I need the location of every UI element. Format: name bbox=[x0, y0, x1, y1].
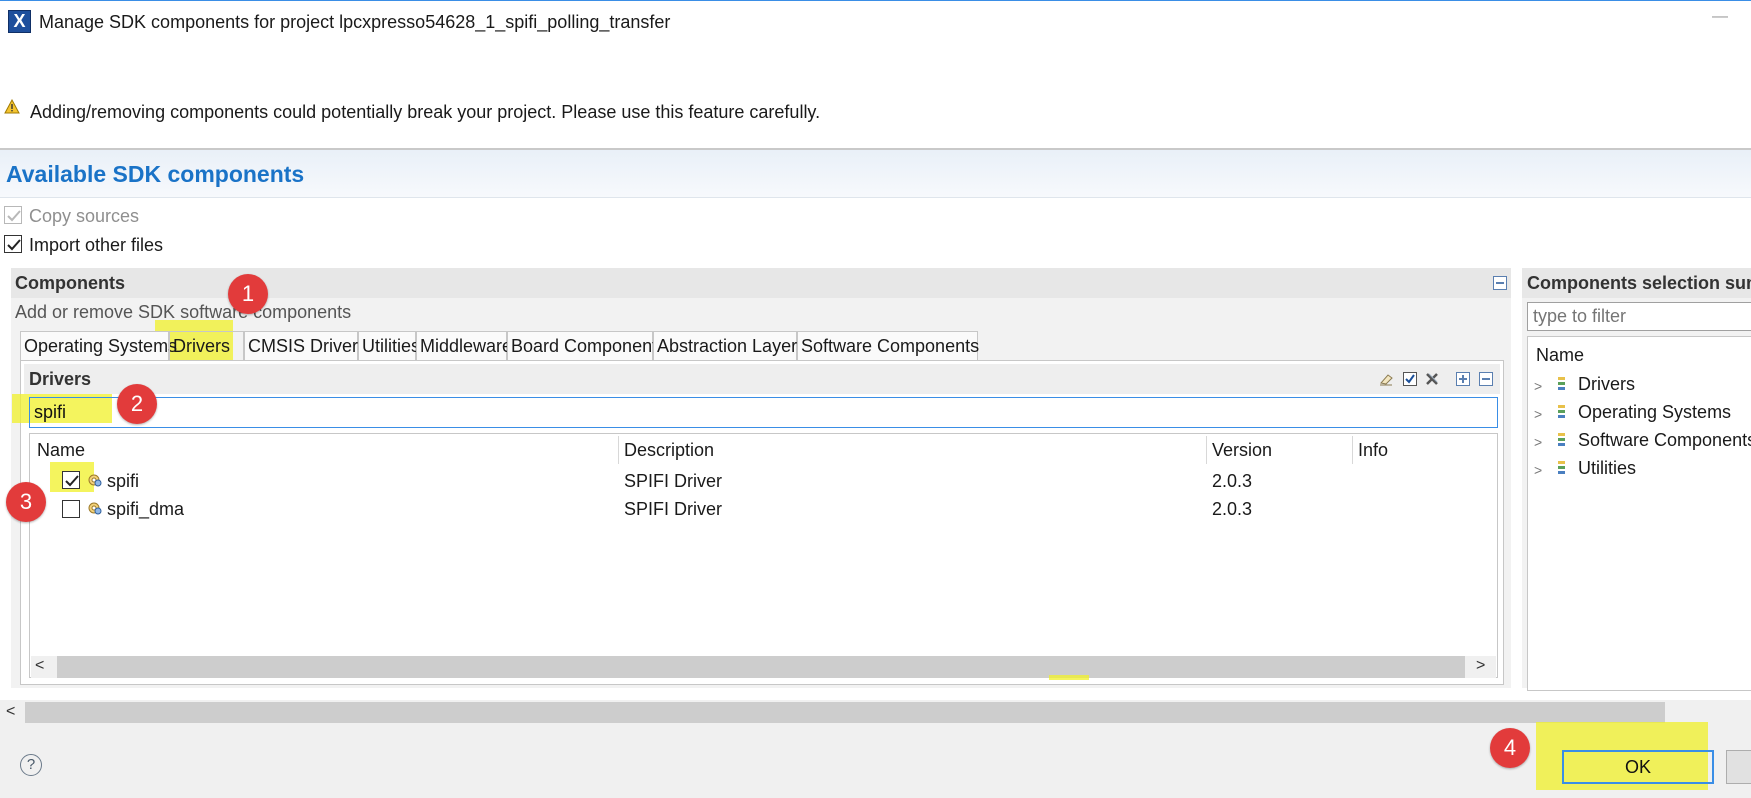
scrollbar-thumb[interactable] bbox=[57, 656, 1465, 678]
collapse-icon[interactable] bbox=[1493, 276, 1507, 290]
chevron-right-icon[interactable]: > bbox=[1534, 462, 1542, 478]
category-icon bbox=[1558, 377, 1565, 390]
chevron-right-icon[interactable]: > bbox=[1534, 434, 1542, 450]
scrollbar-thumb[interactable] bbox=[25, 702, 1665, 723]
minimize-button[interactable]: — bbox=[1712, 8, 1730, 38]
row-version: 2.0.3 bbox=[1212, 471, 1253, 491]
warning-icon bbox=[4, 99, 20, 114]
tree-item-software-components[interactable]: Software Components bbox=[1578, 430, 1751, 451]
tree-item-utilities[interactable]: Utilities bbox=[1578, 458, 1636, 479]
row-name: spifi bbox=[107, 471, 140, 491]
copy-sources-checkbox[interactable] bbox=[4, 206, 22, 224]
drivers-table bbox=[29, 433, 1498, 678]
drivers-header bbox=[24, 364, 1500, 394]
cancel-button[interactable] bbox=[1726, 750, 1751, 784]
summary-column-header[interactable]: Name bbox=[1536, 345, 1584, 366]
chevron-right-icon[interactable]: > bbox=[1534, 406, 1542, 422]
row-name: spifi_dma bbox=[107, 499, 185, 519]
window-title: Manage SDK components for project lpcxpr… bbox=[39, 12, 671, 32]
expand-all-icon[interactable] bbox=[1455, 371, 1471, 387]
scroll-right-arrow[interactable]: > bbox=[1476, 657, 1485, 675]
row-version: 2.0.3 bbox=[1212, 499, 1253, 519]
column-separator bbox=[1206, 436, 1207, 464]
driver-component-icon bbox=[88, 502, 102, 515]
tree-item-operating-systems[interactable]: Operating Systems bbox=[1578, 402, 1731, 423]
tab-operating-systems[interactable]: Operating Systems bbox=[20, 331, 177, 361]
import-other-files-label: Import other files bbox=[29, 235, 164, 255]
collapse-all-icon[interactable] bbox=[1478, 371, 1494, 387]
x-app-icon: X bbox=[8, 10, 31, 33]
category-icon bbox=[1558, 461, 1565, 474]
spifi-checkbox[interactable] bbox=[62, 471, 80, 489]
driver-component-icon bbox=[88, 474, 102, 487]
step-marker-1: 1 bbox=[228, 274, 268, 314]
column-header-description[interactable]: Description bbox=[624, 440, 714, 461]
import-other-files-checkbox[interactable] bbox=[4, 235, 22, 253]
chevron-right-icon[interactable]: > bbox=[1534, 378, 1542, 394]
tree-item-drivers[interactable]: Drivers bbox=[1578, 374, 1635, 395]
copy-sources-label: Copy sources bbox=[29, 206, 140, 226]
checkmark-icon bbox=[7, 210, 21, 222]
row-description: SPIFI Driver bbox=[624, 499, 723, 519]
components-title: Components bbox=[15, 273, 125, 293]
summary-filter-input[interactable] bbox=[1527, 302, 1751, 331]
row-description: SPIFI Driver bbox=[624, 471, 723, 491]
tab-drivers[interactable]: Drivers bbox=[169, 331, 244, 361]
page-title: Available SDK components bbox=[6, 161, 305, 187]
warning-message: Adding/removing components could potenti… bbox=[30, 102, 821, 122]
uncheck-all-icon[interactable] bbox=[1424, 371, 1440, 387]
help-icon[interactable]: ? bbox=[20, 754, 42, 776]
checkmark-icon bbox=[65, 475, 79, 487]
summary-title: Components selection summary bbox=[1527, 273, 1751, 293]
tab-board-components[interactable]: Board Components bbox=[507, 331, 666, 361]
step-marker-4: 4 bbox=[1490, 728, 1530, 768]
tab-utilities[interactable]: Utilities bbox=[358, 331, 420, 361]
step-marker-2: 2 bbox=[117, 384, 157, 424]
components-subtitle: Add or remove SDK software components bbox=[15, 302, 352, 322]
spifi-dma-checkbox[interactable] bbox=[62, 500, 80, 518]
tab-cmsis-drivers[interactable]: CMSIS Drivers bbox=[244, 331, 367, 361]
category-icon bbox=[1558, 405, 1565, 418]
highlight-scroll-marker bbox=[1049, 675, 1089, 680]
eraser-icon[interactable] bbox=[1378, 371, 1394, 387]
tab-abstraction-layer[interactable]: Abstraction Layer bbox=[653, 331, 797, 361]
tab-middleware[interactable]: Middleware bbox=[416, 331, 512, 361]
checkmark-icon bbox=[7, 239, 21, 251]
drivers-title: Drivers bbox=[29, 369, 92, 389]
column-separator bbox=[1352, 436, 1353, 464]
column-header-name[interactable]: Name bbox=[37, 440, 85, 461]
column-header-info[interactable]: Info bbox=[1358, 440, 1388, 461]
column-header-version[interactable]: Version bbox=[1212, 440, 1272, 461]
category-icon bbox=[1558, 433, 1565, 446]
tab-software-components[interactable]: Software Components bbox=[797, 331, 979, 361]
check-all-icon[interactable] bbox=[1402, 371, 1418, 387]
step-marker-3: 3 bbox=[6, 482, 46, 522]
ok-button[interactable]: OK bbox=[1562, 750, 1714, 784]
column-separator bbox=[618, 436, 619, 464]
scroll-left-arrow[interactable]: < bbox=[6, 703, 15, 721]
button-bar bbox=[0, 725, 1751, 798]
scroll-left-arrow[interactable]: < bbox=[35, 657, 44, 675]
drivers-filter-input[interactable] bbox=[29, 397, 1498, 428]
